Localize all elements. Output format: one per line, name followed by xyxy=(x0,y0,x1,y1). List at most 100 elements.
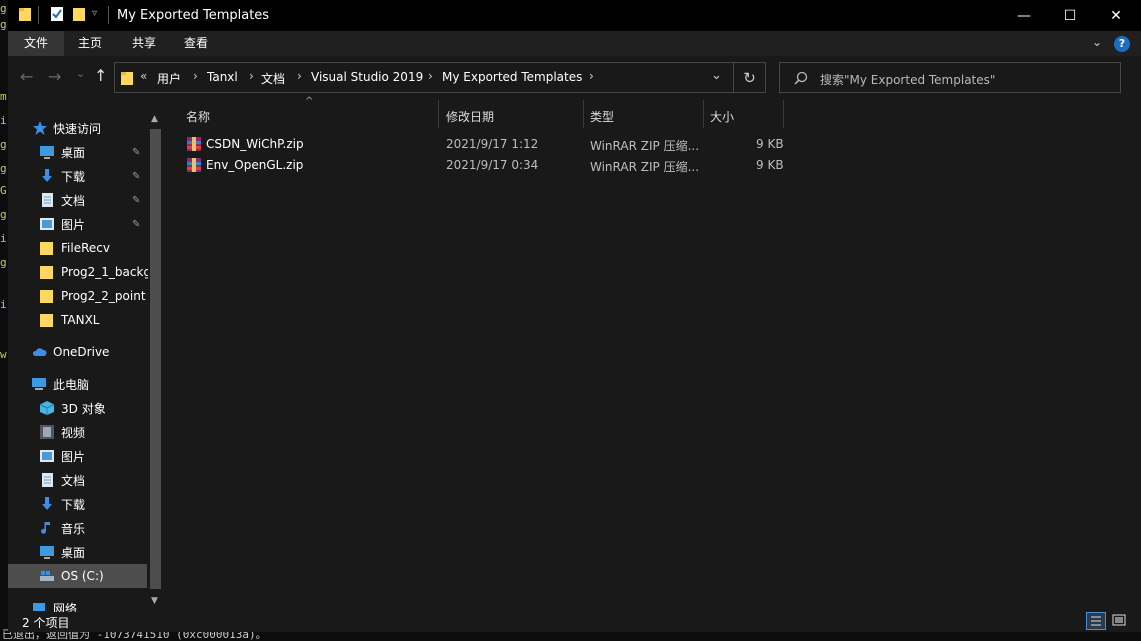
close-icon: ✕ xyxy=(1110,7,1122,24)
cloud-icon xyxy=(32,348,47,356)
nav-item-prog2-2[interactable]: Prog2_2_point xyxy=(8,284,147,308)
nav-item-desktop-pc[interactable]: 桌面 xyxy=(8,540,147,564)
document-icon xyxy=(42,473,53,487)
folder-icon xyxy=(40,242,53,255)
folder-icon xyxy=(19,8,31,21)
column-header-type[interactable]: 类型 xyxy=(590,108,614,125)
breadcrumb-users[interactable]: 用户 xyxy=(157,70,181,87)
file-row[interactable]: Env_OpenGL.zip 2021/9/17 0:34 WinRAR ZIP… xyxy=(186,154,792,176)
item-count: 2 个项目 xyxy=(22,616,70,630)
column-divider[interactable] xyxy=(703,100,704,128)
nav-item-pictures-pc[interactable]: 图片 xyxy=(8,444,147,468)
column-divider[interactable] xyxy=(583,100,584,128)
refresh-button[interactable]: ↻ xyxy=(734,62,766,93)
nav-label: 网络 xyxy=(53,601,78,613)
scroll-down-icon[interactable]: ▼ xyxy=(151,596,158,606)
tab-view[interactable]: 查看 xyxy=(174,31,218,56)
maximize-button[interactable]: ☐ xyxy=(1047,0,1093,31)
nav-this-pc[interactable]: 此电脑 xyxy=(8,372,147,396)
breadcrumb-separator[interactable]: › xyxy=(297,69,302,83)
video-icon xyxy=(40,425,54,439)
nav-item-desktop[interactable]: 桌面 ✎ xyxy=(8,140,147,164)
breadcrumb-separator[interactable]: › xyxy=(193,69,198,83)
column-header-modified[interactable]: 修改日期 xyxy=(446,108,494,125)
nav-label: Prog2_1_backg xyxy=(61,265,152,279)
column-divider[interactable] xyxy=(783,100,784,128)
nav-label: 视频 xyxy=(61,425,86,440)
nav-item-music[interactable]: 音乐 xyxy=(8,516,147,540)
nav-item-filerecv[interactable]: FileRecv xyxy=(8,236,147,260)
nav-item-tanxl[interactable]: TANXL xyxy=(8,308,147,332)
nav-label: 快速访问 xyxy=(53,121,102,136)
nav-item-3d-objects[interactable]: 3D 对象 xyxy=(8,396,147,420)
nav-network[interactable]: 网络 xyxy=(8,596,147,612)
breadcrumb-visual-studio[interactable]: Visual Studio 2019 xyxy=(311,70,423,84)
navigation-pane: 快速访问 桌面 ✎ 下载 ✎ 文档 ✎ 图片 ✎ FileRecv Prog2_… xyxy=(8,100,163,612)
nav-item-prog2-1[interactable]: Prog2_1_backg xyxy=(8,260,151,284)
folder-icon xyxy=(40,314,53,327)
up-icon[interactable]: ↑ xyxy=(94,66,107,85)
terminal-char: i xyxy=(0,232,7,245)
nav-item-documents[interactable]: 文档 ✎ xyxy=(8,188,147,212)
breadcrumb-documents[interactable]: 文档 xyxy=(261,70,285,87)
tab-share[interactable]: 共享 xyxy=(122,31,166,56)
properties-icon[interactable] xyxy=(50,6,64,22)
nav-item-downloads-pc[interactable]: 下载 xyxy=(8,492,147,516)
file-list-pane[interactable] xyxy=(163,100,1141,612)
nav-scrollbar-thumb[interactable] xyxy=(150,129,161,589)
tab-file[interactable]: 文件 xyxy=(8,31,64,56)
terminal-char: g xyxy=(0,2,7,15)
desktop-icon xyxy=(40,546,54,559)
explorer-window: ▿ My Exported Templates — ☐ ✕ 文件 主页 共享 查… xyxy=(8,0,1141,632)
pin-icon: ✎ xyxy=(132,170,141,182)
file-modified: 2021/9/17 1:12 xyxy=(446,137,539,151)
search-placeholder: 搜索"My Exported Templates" xyxy=(820,73,996,87)
nav-label: Prog2_2_point xyxy=(61,289,146,303)
help-icon[interactable]: ? xyxy=(1114,36,1130,52)
nav-item-documents-pc[interactable]: 文档 xyxy=(8,468,147,492)
3d-objects-icon xyxy=(39,401,55,415)
address-bar[interactable]: « 用户 › Tanxl › 文档 › Visual Studio 2019 ›… xyxy=(114,62,734,93)
nav-item-downloads[interactable]: 下载 ✎ xyxy=(8,164,147,188)
terminal-char: i xyxy=(0,114,7,127)
nav-label: 图片 xyxy=(61,449,86,464)
column-header-size[interactable]: 大小 xyxy=(710,108,734,125)
file-row[interactable]: CSDN_WiChP.zip 2021/9/17 1:12 WinRAR ZIP… xyxy=(186,133,792,155)
tab-home[interactable]: 主页 xyxy=(68,31,112,56)
minimize-button[interactable]: — xyxy=(1001,0,1047,31)
large-icons-view-button[interactable] xyxy=(1110,612,1130,630)
nav-label: 此电脑 xyxy=(53,377,90,392)
back-icon[interactable]: ← xyxy=(20,67,33,86)
terminal-char: i xyxy=(0,298,7,311)
address-dropdown-icon[interactable]: ⌄ xyxy=(711,68,722,83)
forward-icon[interactable]: → xyxy=(48,67,61,86)
search-input[interactable]: 搜索"My Exported Templates" xyxy=(779,62,1121,93)
terminal-char: g xyxy=(0,18,7,31)
refresh-icon: ↻ xyxy=(743,68,756,87)
breadcrumb-my-exported-templates[interactable]: My Exported Templates xyxy=(442,70,582,84)
download-icon xyxy=(42,497,52,510)
recent-locations-icon[interactable]: ⌄ xyxy=(76,67,85,80)
breadcrumb-separator[interactable]: › xyxy=(249,69,254,83)
nav-quick-access[interactable]: 快速访问 xyxy=(8,116,147,140)
breadcrumb-tanxl[interactable]: Tanxl xyxy=(207,70,238,84)
nav-item-videos[interactable]: 视频 xyxy=(8,420,147,444)
computer-icon xyxy=(32,378,46,390)
close-button[interactable]: ✕ xyxy=(1093,0,1139,31)
scroll-up-icon[interactable]: ▲ xyxy=(151,114,158,124)
details-view-button[interactable] xyxy=(1086,612,1106,630)
nav-item-pictures[interactable]: 图片 ✎ xyxy=(8,212,147,236)
terminal-char: g xyxy=(0,208,7,221)
ribbon-expand-icon[interactable]: ⌄ xyxy=(1092,35,1102,49)
column-header-name[interactable]: 名称 xyxy=(186,108,210,125)
details-view-icon xyxy=(1091,616,1101,626)
nav-onedrive[interactable]: OneDrive xyxy=(8,340,147,364)
nav-label: 文档 xyxy=(61,473,86,488)
new-folder-icon[interactable] xyxy=(72,6,86,22)
breadcrumb-overflow[interactable]: « xyxy=(140,69,147,83)
nav-item-os-c[interactable]: OS (C:) xyxy=(8,564,147,588)
quick-access-toolbar-dropdown-icon[interactable]: ▿ xyxy=(92,8,97,19)
breadcrumb-separator[interactable]: › xyxy=(589,69,594,83)
breadcrumb-separator[interactable]: › xyxy=(428,69,433,83)
column-divider[interactable] xyxy=(438,100,439,128)
